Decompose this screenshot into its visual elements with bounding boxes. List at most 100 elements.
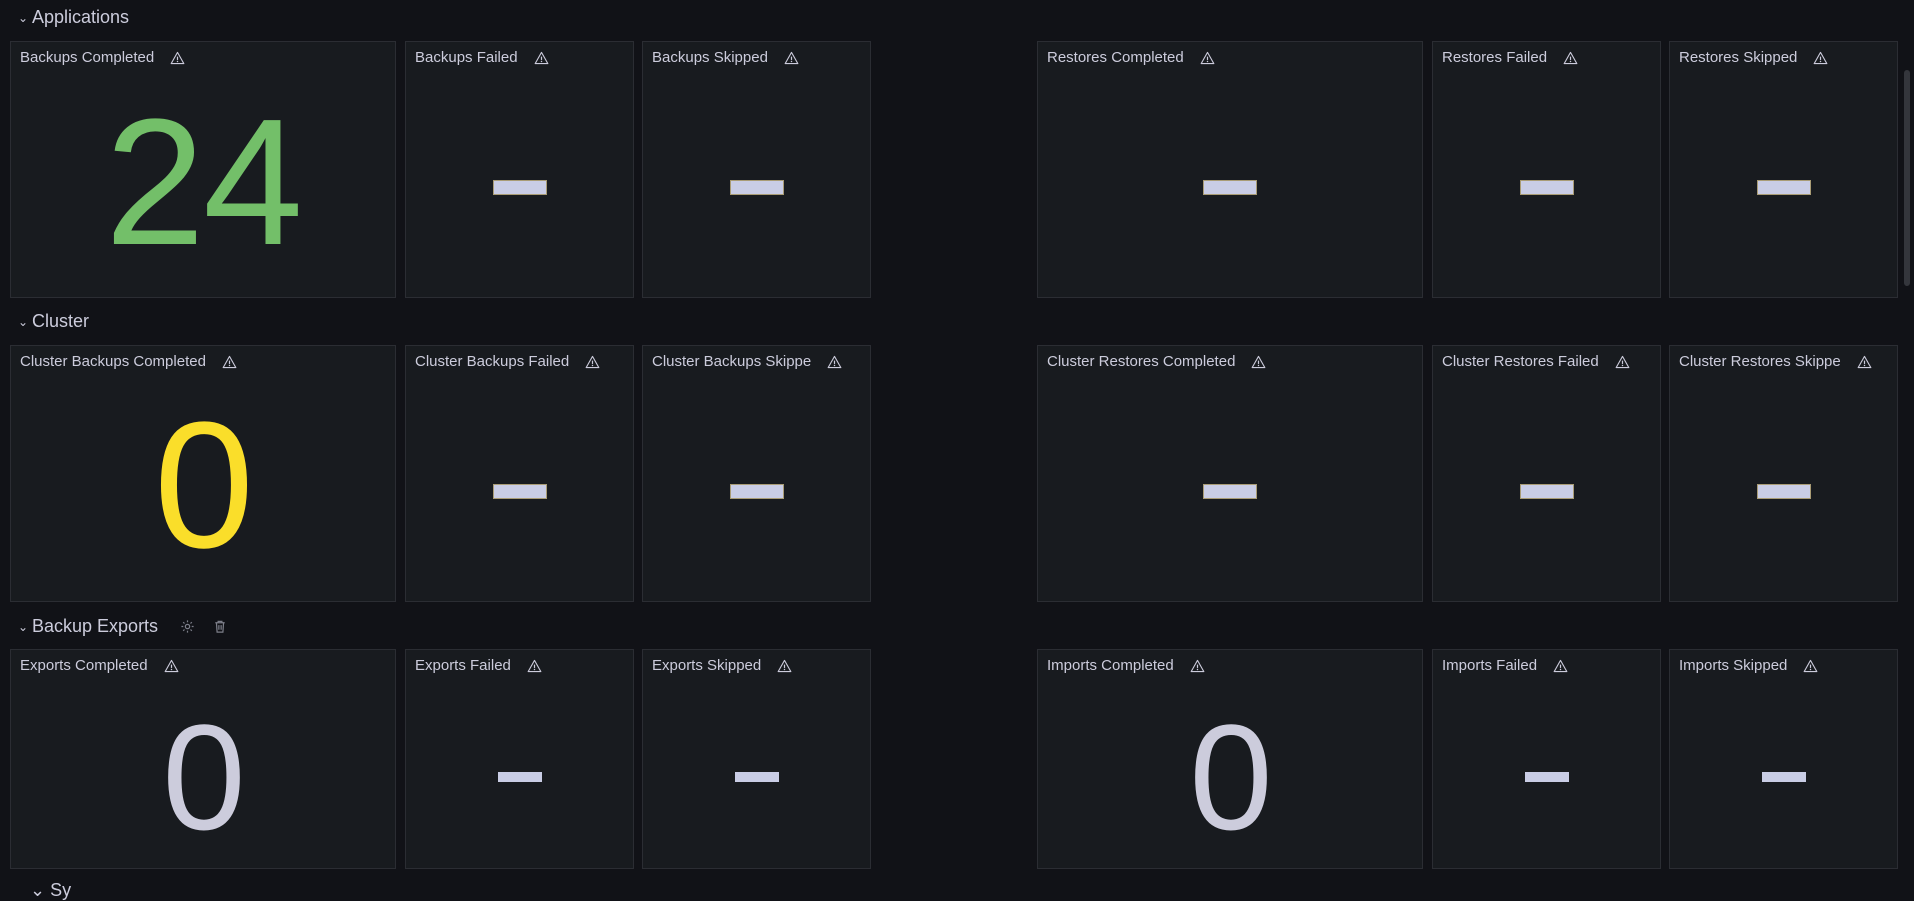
stat-panel-restores-failed[interactable]: Restores Failed <box>1432 41 1661 298</box>
panel-title[interactable]: Imports Completed <box>1047 657 1205 674</box>
stat-value <box>1670 686 1897 868</box>
warning-icon[interactable] <box>1563 51 1578 65</box>
no-value-dash <box>1519 180 1574 195</box>
warning-icon[interactable] <box>1553 659 1568 673</box>
no-value-dash <box>492 484 547 499</box>
panel-title-text: Cluster Restores Completed <box>1047 353 1236 370</box>
panel-title[interactable]: Cluster Backups Skippe <box>652 353 842 370</box>
warning-icon[interactable] <box>827 355 842 369</box>
panel-title[interactable]: Backups Skipped <box>652 49 799 66</box>
warning-icon[interactable] <box>534 51 549 65</box>
panel-title-text: Cluster Restores Failed <box>1442 353 1599 370</box>
scrollbar[interactable] <box>1904 70 1910 286</box>
stat-panel-cluster-backups-skippe[interactable]: Cluster Backups Skippe <box>642 345 871 602</box>
chevron-down-icon: ⌄ <box>18 620 29 634</box>
stat-panel-cluster-restores-completed[interactable]: Cluster Restores Completed <box>1037 345 1423 602</box>
stat-panel-exports-skipped[interactable]: Exports Skipped <box>642 649 871 869</box>
warning-icon[interactable] <box>1857 355 1872 369</box>
stat-value <box>1670 78 1897 297</box>
stat-panel-exports-failed[interactable]: Exports Failed <box>405 649 634 869</box>
panel-title[interactable]: Exports Failed <box>415 657 542 674</box>
warning-icon[interactable] <box>585 355 600 369</box>
gear-icon[interactable] <box>180 619 195 634</box>
warning-icon[interactable] <box>1615 355 1630 369</box>
no-value-dash <box>497 772 542 782</box>
stat-value: 24 <box>11 78 395 297</box>
panel-title[interactable]: Cluster Restores Skippe <box>1679 353 1872 370</box>
stat-panel-backups-skipped[interactable]: Backups Skipped <box>642 41 871 298</box>
no-value-dash <box>492 180 547 195</box>
stat-panel-imports-skipped[interactable]: Imports Skipped <box>1669 649 1898 869</box>
stat-panel-cluster-backups-failed[interactable]: Cluster Backups Failed <box>405 345 634 602</box>
warning-icon[interactable] <box>777 659 792 673</box>
trash-icon[interactable] <box>213 619 227 634</box>
panel-title-text: Backups Completed <box>20 49 155 66</box>
panel-title[interactable]: Restores Completed <box>1047 49 1215 66</box>
stat-value <box>406 686 633 868</box>
warning-icon[interactable] <box>164 659 179 673</box>
panel-title-text: Cluster Backups Skippe <box>652 353 812 370</box>
stat-panel-restores-skipped[interactable]: Restores Skipped <box>1669 41 1898 298</box>
stat-panel-backups-completed[interactable]: Backups Completed 24 <box>10 41 396 298</box>
stat-panel-cluster-restores-skippe[interactable]: Cluster Restores Skippe <box>1669 345 1898 602</box>
row-header-partial: ⌄ Sy <box>30 880 72 900</box>
stat-panel-exports-completed[interactable]: Exports Completed 0 <box>10 649 396 869</box>
warning-icon[interactable] <box>170 51 185 65</box>
stat-value <box>643 382 870 601</box>
warning-icon[interactable] <box>1190 659 1205 673</box>
panel-title[interactable]: Restores Skipped <box>1679 49 1828 66</box>
stat-number: 0 <box>162 693 245 861</box>
row-header-backup-exports[interactable]: ⌄ Backup Exports <box>18 614 227 638</box>
panel-title-text: Cluster Restores Skippe <box>1679 353 1841 370</box>
row-header-applications[interactable]: ⌄ Applications <box>18 5 129 29</box>
stat-value: 0 <box>11 382 395 601</box>
no-value-dash <box>1524 772 1569 782</box>
warning-icon[interactable] <box>1200 51 1215 65</box>
panel-title[interactable]: Cluster Restores Completed <box>1047 353 1266 370</box>
stat-panel-restores-completed[interactable]: Restores Completed <box>1037 41 1423 298</box>
stat-panel-imports-completed[interactable]: Imports Completed 0 <box>1037 649 1423 869</box>
warning-icon[interactable] <box>1251 355 1266 369</box>
panel-title[interactable]: Exports Skipped <box>652 657 792 674</box>
stat-number: 24 <box>104 81 303 283</box>
panel-title-text: Exports Completed <box>20 657 148 674</box>
stat-panel-backups-failed[interactable]: Backups Failed <box>405 41 634 298</box>
stat-value <box>643 78 870 297</box>
no-value-dash <box>1756 484 1811 499</box>
stat-value <box>406 382 633 601</box>
warning-icon[interactable] <box>527 659 542 673</box>
panel-title-text: Restores Completed <box>1047 49 1184 66</box>
panel-title[interactable]: Imports Failed <box>1442 657 1568 674</box>
warning-icon[interactable] <box>1803 659 1818 673</box>
warning-icon[interactable] <box>1813 51 1828 65</box>
stat-value <box>1433 686 1660 868</box>
stat-value: 0 <box>1038 686 1422 868</box>
panel-title[interactable]: Exports Completed <box>20 657 179 674</box>
stat-number: 0 <box>153 384 254 586</box>
no-value-dash <box>1761 772 1806 782</box>
stat-number: 0 <box>1189 693 1272 861</box>
no-value-dash <box>1519 484 1574 499</box>
warning-icon[interactable] <box>784 51 799 65</box>
panel-title-text: Imports Skipped <box>1679 657 1788 674</box>
stat-panel-cluster-restores-failed[interactable]: Cluster Restores Failed <box>1432 345 1661 602</box>
panel-title[interactable]: Imports Skipped <box>1679 657 1818 674</box>
panel-title[interactable]: Cluster Restores Failed <box>1442 353 1630 370</box>
stat-panel-imports-failed[interactable]: Imports Failed <box>1432 649 1661 869</box>
panel-title[interactable]: Restores Failed <box>1442 49 1578 66</box>
no-value-dash <box>1756 180 1811 195</box>
no-value-dash <box>734 772 779 782</box>
panel-title[interactable]: Backups Failed <box>415 49 549 66</box>
panel-title-text: Restores Failed <box>1442 49 1548 66</box>
stat-panel-cluster-backups-completed[interactable]: Cluster Backups Completed 0 <box>10 345 396 602</box>
no-value-dash <box>1203 484 1257 499</box>
row-title: Backup Exports <box>32 615 159 636</box>
panel-title-text: Restores Skipped <box>1679 49 1798 66</box>
panel-title[interactable]: Backups Completed <box>20 49 185 66</box>
panel-title[interactable]: Cluster Backups Completed <box>20 353 237 370</box>
row-header-cluster[interactable]: ⌄ Cluster <box>18 309 89 333</box>
panel-title-text: Exports Skipped <box>652 657 762 674</box>
no-value-dash <box>1203 180 1257 195</box>
panel-title[interactable]: Cluster Backups Failed <box>415 353 600 370</box>
warning-icon[interactable] <box>222 355 237 369</box>
